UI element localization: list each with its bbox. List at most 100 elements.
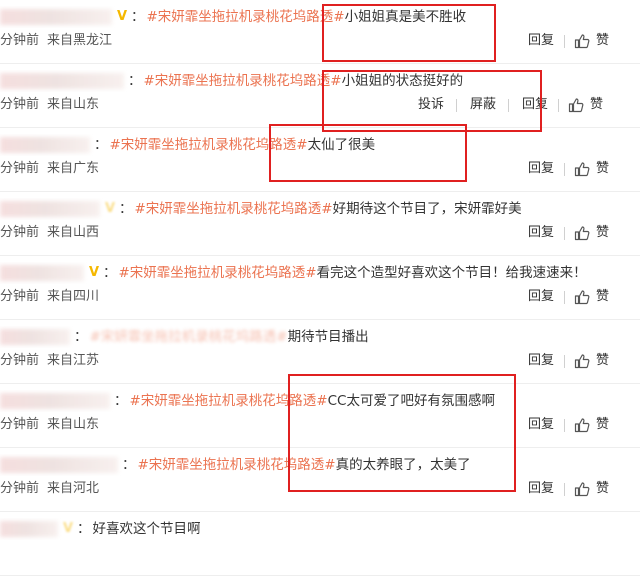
like-button[interactable]: 赞 (596, 478, 609, 500)
reply-button[interactable]: 回复 (528, 222, 554, 244)
comment-time: 分钟前 (0, 481, 40, 496)
topic-hashtag-link[interactable]: #宋妍霏坐拖拉机录桃花坞路透# (147, 9, 345, 25)
colon: ： (131, 9, 145, 25)
comment-text: 小姐姐的状态挺好的 (341, 73, 464, 89)
username-blurred[interactable] (0, 73, 124, 89)
comment-location: 来自河北 (47, 481, 100, 496)
divider (564, 291, 565, 304)
like-button[interactable]: 赞 (596, 350, 609, 372)
comment-actions: 回复 赞 (528, 158, 626, 180)
comment-item: V： #宋妍霏坐拖拉机录桃花坞路透#看完这个造型好喜欢这个节目！给我速速来！ 分钟前… (0, 256, 640, 320)
divider (564, 355, 565, 368)
comment-location: 来自四川 (47, 289, 100, 304)
thumbs-up-icon[interactable] (574, 225, 590, 241)
like-button[interactable]: 赞 (596, 30, 609, 52)
topic-hashtag-link[interactable]: #宋妍霏坐拖拉机录桃花坞路透# (135, 201, 333, 217)
comment-item: V： #宋妍霏坐拖拉机录桃花坞路透#好期待这个节目了，宋妍霏好美 分钟前 来自山西 回复… (0, 192, 640, 256)
divider (558, 99, 559, 112)
comment-meta: 分钟前 来自河北 (0, 478, 300, 500)
comment-time: 分钟前 (0, 161, 40, 176)
thumbs-up-icon[interactable] (574, 417, 590, 433)
comment-body: ： #宋妍霏坐拖拉机录桃花坞路透#真的太养眼了，太美了 (0, 454, 632, 476)
colon: ： (119, 201, 133, 217)
colon: ： (114, 393, 128, 409)
thumbs-up-icon[interactable] (574, 289, 590, 305)
comment-body: ： #宋妍霏坐拖拉机录桃花坞路透#期待节目播出 (0, 326, 632, 348)
username-blurred[interactable] (0, 137, 90, 153)
comment-item: ： #宋妍霏坐拖拉机录桃花坞路透#期待节目播出 分钟前 来自江苏 回复 赞 (0, 320, 640, 384)
topic-hashtag-link[interactable]: #宋妍霏坐拖拉机录桃花坞路透# (119, 265, 317, 281)
comment-body: V： #宋妍霏坐拖拉机录桃花坞路透#小姐姐真是美不胜收 (0, 6, 632, 28)
like-button[interactable]: 赞 (590, 94, 603, 116)
colon: ： (128, 73, 142, 89)
reply-button[interactable]: 回复 (528, 158, 554, 180)
comment-actions: 回复 赞 (528, 414, 626, 436)
reply-button[interactable]: 回复 (528, 286, 554, 308)
reply-button[interactable]: 回复 (528, 30, 554, 52)
topic-hashtag-link[interactable]: #宋妍霏坐拖拉机录桃花坞路透# (130, 393, 328, 409)
thumbs-up-icon[interactable] (574, 33, 590, 49)
comment-body: ： #宋妍霏坐拖拉机录桃花坞路透#小姐姐的状态挺好的 (0, 70, 632, 92)
thumbs-up-icon[interactable] (568, 97, 584, 113)
colon: ： (77, 521, 91, 537)
comment-item: ： #宋妍霏坐拖拉机录桃花坞路透#太仙了很美 分钟前 来自广东 回复 赞 (0, 128, 640, 192)
block-button[interactable]: 屏蔽 (470, 94, 496, 116)
comment-actions: 回复 赞 (528, 286, 626, 308)
comment-text: 太仙了很美 (307, 137, 376, 153)
comment-body: ： #宋妍霏坐拖拉机录桃花坞路透#CC太可爱了吧好有氛围感啊 (0, 390, 632, 412)
like-button[interactable]: 赞 (596, 222, 609, 244)
vip-badge-icon: V (62, 521, 74, 536)
comment-meta: 分钟前 来自山西 (0, 222, 300, 244)
comment-body: V： #宋妍霏坐拖拉机录桃花坞路透#好期待这个节目了，宋妍霏好美 (0, 198, 632, 220)
topic-hashtag-link[interactable]: #宋妍霏坐拖拉机录桃花坞路透# (110, 137, 308, 153)
divider (564, 419, 565, 432)
topic-hashtag-link[interactable]: #宋妍霏坐拖拉机录桃花坞路透# (90, 329, 288, 345)
vip-badge-icon: V (88, 265, 100, 280)
username-blurred[interactable] (0, 457, 118, 473)
username-blurred[interactable] (0, 9, 112, 25)
thumbs-up-icon[interactable] (574, 353, 590, 369)
report-button[interactable]: 投诉 (418, 94, 444, 116)
reply-button[interactable]: 回复 (528, 478, 554, 500)
comment-actions: 投诉 屏蔽 回复 赞 (418, 94, 626, 116)
comment-actions: 回复 赞 (528, 30, 626, 52)
username-blurred[interactable] (0, 265, 84, 281)
comment-meta: 分钟前 来自山东 (0, 414, 300, 436)
comment-item: V：好喜欢这个节目啊 (0, 512, 640, 576)
comment-item: ： #宋妍霏坐拖拉机录桃花坞路透#真的太养眼了，太美了 分钟前 来自河北 回复 赞 (0, 448, 640, 512)
topic-hashtag-link[interactable]: #宋妍霏坐拖拉机录桃花坞路透# (138, 457, 336, 473)
divider (564, 227, 565, 240)
comment-text: 看完这个造型好喜欢这个节目！给我速速来！ (316, 265, 587, 281)
comment-item: ： #宋妍霏坐拖拉机录桃花坞路透#CC太可爱了吧好有氛围感啊 分钟前 来自山东 回复 赞 (0, 384, 640, 448)
comment-body: ： #宋妍霏坐拖拉机录桃花坞路透#太仙了很美 (0, 134, 632, 156)
thumbs-up-icon[interactable] (574, 161, 590, 177)
topic-hashtag-link[interactable]: #宋妍霏坐拖拉机录桃花坞路透# (144, 73, 342, 89)
reply-button[interactable]: 回复 (522, 94, 548, 116)
thumbs-up-icon[interactable] (574, 481, 590, 497)
comment-text: 小姐姐真是美不胜收 (344, 9, 467, 25)
reply-button[interactable]: 回复 (528, 350, 554, 372)
comment-item: V： #宋妍霏坐拖拉机录桃花坞路透#小姐姐真是美不胜收 分钟前 来自黑龙江 回复 赞 (0, 0, 640, 64)
username-blurred[interactable] (0, 521, 58, 537)
like-button[interactable]: 赞 (596, 158, 609, 180)
username-blurred[interactable] (0, 329, 70, 345)
comment-text: 期待节目播出 (287, 329, 369, 345)
divider (508, 99, 509, 112)
comment-actions: 回复 赞 (528, 478, 626, 500)
reply-button[interactable]: 回复 (528, 414, 554, 436)
like-button[interactable]: 赞 (596, 286, 609, 308)
vip-badge-icon: V (104, 201, 116, 216)
comment-text: 好期待这个节目了，宋妍霏好美 (332, 201, 522, 217)
comment-item: ： #宋妍霏坐拖拉机录桃花坞路透#小姐姐的状态挺好的 分钟前 来自山东 投诉 屏蔽 回复 赞 (0, 64, 640, 128)
comment-meta: 分钟前 来自江苏 (0, 350, 300, 372)
comment-meta: 分钟前 来自山东 (0, 94, 300, 116)
like-button[interactable]: 赞 (596, 414, 609, 436)
comment-time: 分钟前 (0, 97, 40, 112)
comment-location: 来自江苏 (47, 353, 100, 368)
divider (564, 163, 565, 176)
username-blurred[interactable] (0, 201, 100, 217)
comment-time: 分钟前 (0, 33, 40, 48)
username-blurred[interactable] (0, 393, 110, 409)
colon: ： (103, 265, 117, 281)
comment-meta: 分钟前 来自四川 (0, 286, 300, 308)
